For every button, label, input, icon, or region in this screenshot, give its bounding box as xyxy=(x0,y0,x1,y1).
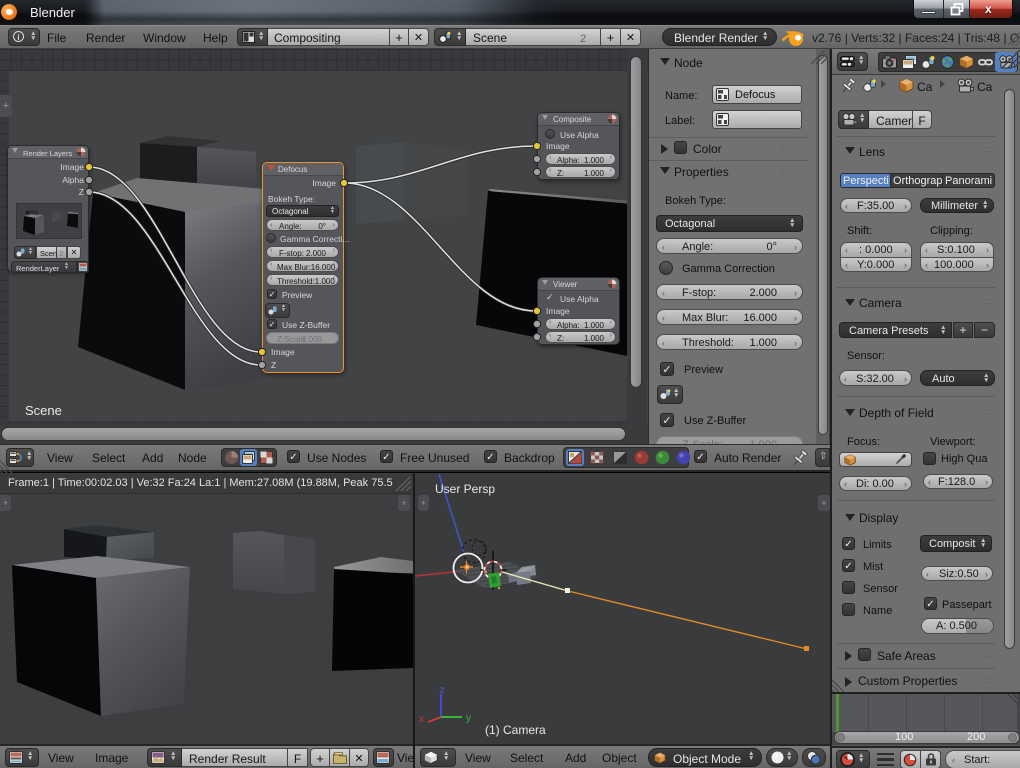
svg-text:x: x xyxy=(419,714,424,725)
svg-text:z: z xyxy=(440,685,445,696)
svg-text:y: y xyxy=(466,713,471,724)
